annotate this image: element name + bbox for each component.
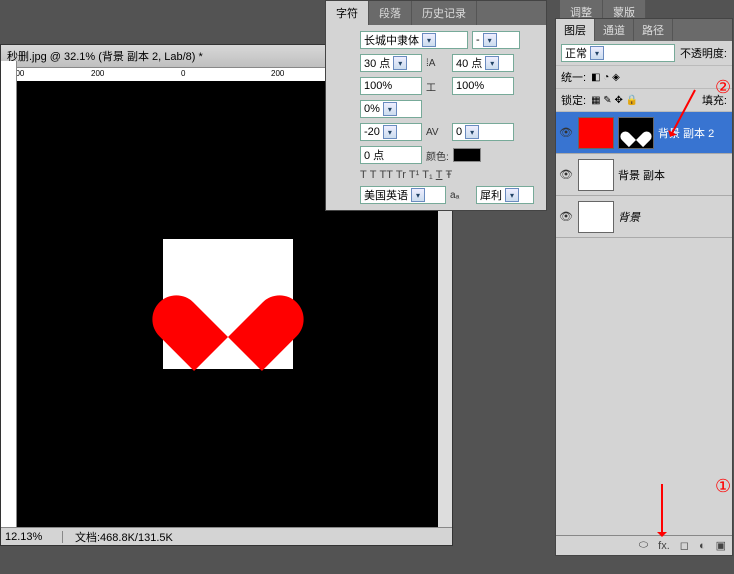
tracking-right-select[interactable]: 0▾ — [452, 123, 514, 141]
hscale-input[interactable]: 100% — [452, 77, 514, 95]
layers-footer: ⬭ fx. ◻ ◐ ▣ — [556, 535, 732, 555]
zoom-level[interactable]: 12.13% — [1, 531, 63, 543]
leading-icon: ⁞A — [426, 58, 448, 69]
layer-item[interactable]: 👁 背景 副本 2 — [556, 112, 732, 154]
tab-layers[interactable]: 图层 — [556, 19, 595, 41]
layers-tabs: 图层 通道 路径 — [556, 19, 732, 41]
status-bar: 12.13% 文档:468.8K/131.5K — [1, 527, 452, 545]
arrow-1-icon — [661, 484, 663, 534]
style-strike[interactable]: Ŧ — [445, 169, 452, 181]
opacity-label: 不透明度: — [680, 45, 727, 61]
lock-buttons[interactable]: ▦ ✎ ✥ 🔒 — [591, 95, 638, 106]
annotation-2: ② — [715, 77, 731, 98]
layer-item[interactable]: 👁 背景 副本 — [556, 154, 732, 196]
unify-label: 统一: — [561, 69, 586, 85]
ruler-vertical[interactable] — [1, 61, 17, 527]
antialias-select[interactable]: 犀利▾ — [476, 186, 534, 204]
visibility-icon[interactable]: 👁 — [558, 126, 574, 139]
layers-panel: 图层 通道 路径 正常▾ 不透明度: 统一: ◧ ◔ ◈ 锁定: ▦ ✎ ✥ 🔒… — [555, 18, 733, 556]
layer-item[interactable]: 👁 背景 — [556, 196, 732, 238]
style-sub[interactable]: T₁ — [422, 169, 432, 181]
unify-icons[interactable]: ◧ ◔ ◈ — [591, 72, 620, 83]
tab-paragraph[interactable]: 段落 — [369, 1, 412, 25]
leading-select[interactable]: 40 点▾ — [452, 54, 514, 72]
visibility-icon[interactable]: 👁 — [558, 210, 574, 223]
visibility-icon[interactable]: 👁 — [558, 168, 574, 181]
style-underline[interactable]: T — [436, 169, 443, 181]
heart-shape — [183, 264, 273, 344]
style-italic[interactable]: T — [370, 169, 377, 181]
layer-thumbnail[interactable] — [578, 117, 614, 149]
add-mask-icon[interactable]: ◻ — [680, 539, 689, 552]
style-caps[interactable]: TT — [379, 169, 392, 181]
layer-name[interactable]: 背景 副本 — [618, 167, 665, 183]
char-panel-tabs: 字符 段落 历史记录 — [326, 1, 546, 25]
tab-character[interactable]: 字符 — [326, 1, 369, 25]
layer-thumbnail[interactable] — [578, 159, 614, 191]
tab-paths[interactable]: 路径 — [634, 19, 673, 41]
link-layers-icon[interactable]: ⬭ — [639, 539, 648, 552]
artwork-bg — [163, 239, 293, 369]
language-select[interactable]: 美国英语▾ — [360, 186, 446, 204]
new-layer-icon[interactable]: ▣ — [716, 539, 726, 552]
style-smallcaps[interactable]: Tr — [396, 169, 406, 181]
mask-thumbnail[interactable] — [618, 117, 654, 149]
baseline-pct-select[interactable]: 0%▾ — [360, 100, 422, 118]
tracking-right-icon: AV — [426, 127, 448, 138]
style-super[interactable]: T¹ — [409, 169, 419, 181]
file-size-info[interactable]: 文档:468.8K/131.5K — [63, 529, 173, 545]
character-panel: 字符 段落 历史记录 ✲ ᵢT IT あ AV Aª 长城中隶体▾ -▾ 30 … — [325, 0, 547, 211]
layer-list: 👁 背景 副本 2 👁 背景 副本 👁 背景 — [556, 112, 732, 238]
color-label: 颜色: — [426, 148, 449, 163]
antialias-icon: aₐ — [450, 190, 472, 201]
lock-label: 锁定: — [561, 92, 586, 108]
layer-thumbnail[interactable] — [578, 201, 614, 233]
font-style-select[interactable]: -▾ — [472, 31, 520, 49]
text-style-buttons: T T TT Tr T¹ T₁ T Ŧ — [360, 169, 540, 181]
baseline-shift-input[interactable]: 0 点 — [360, 146, 422, 164]
blend-mode-select[interactable]: 正常▾ — [561, 44, 675, 62]
style-bold[interactable]: T — [360, 169, 367, 181]
tab-channels[interactable]: 通道 — [595, 19, 634, 41]
layer-name[interactable]: 背景 — [618, 209, 640, 225]
font-family-select[interactable]: 长城中隶体▾ — [360, 31, 468, 49]
hscale-icon: 工 — [426, 79, 448, 94]
tab-history[interactable]: 历史记录 — [412, 1, 477, 25]
annotation-1: ① — [715, 476, 731, 497]
text-color-swatch[interactable] — [453, 148, 481, 162]
adjustment-layer-icon[interactable]: ◐ — [699, 540, 706, 552]
font-size-select[interactable]: 30 点▾ — [360, 54, 422, 72]
tracking-select[interactable]: -20▾ — [360, 123, 422, 141]
vscale-input[interactable]: 100% — [360, 77, 422, 95]
